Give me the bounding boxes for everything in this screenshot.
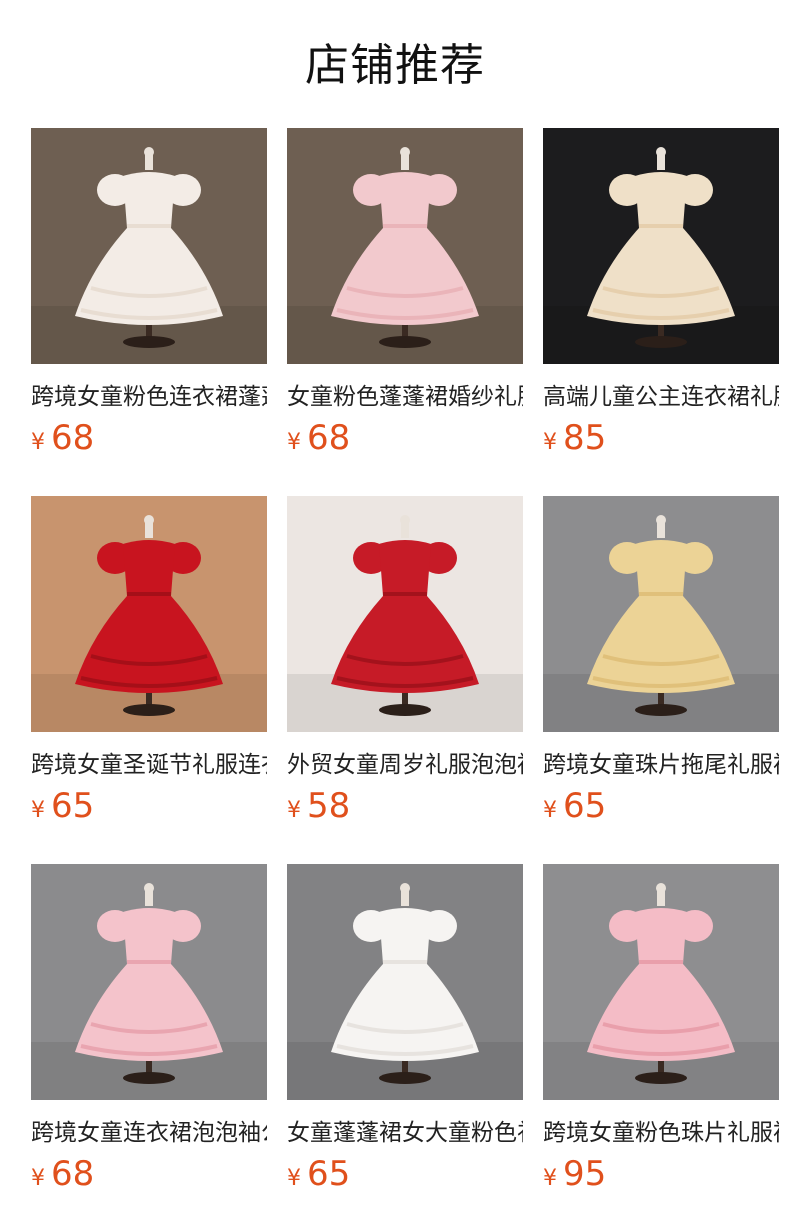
product-image[interactable] [287, 128, 523, 364]
price-amount: 68 [51, 418, 95, 458]
product-price: ¥68 [31, 420, 94, 456]
product-price: ¥95 [543, 1156, 606, 1192]
currency-symbol: ¥ [31, 1166, 45, 1191]
product-price: ¥68 [287, 420, 350, 456]
red-christmas-dress-icon [31, 496, 267, 732]
product-name[interactable]: 跨境女童圣诞节礼服连衣裙 [31, 750, 267, 780]
product-price: ¥68 [31, 1156, 94, 1192]
product-grid: 跨境女童粉色连衣裙蓬蓬裙 ¥68 女童粉色蓬蓬裙婚纱礼服 ¥68 高端儿童公主连… [31, 128, 779, 1192]
product-image[interactable] [31, 864, 267, 1100]
page-title: 店铺推荐 [305, 40, 485, 91]
product-image[interactable] [287, 496, 523, 732]
product-price: ¥85 [543, 420, 606, 456]
champagne-dress-icon [543, 128, 779, 364]
product-image[interactable] [31, 496, 267, 732]
price-amount: 58 [307, 786, 351, 826]
product-card[interactable]: 跨境女童粉色珠片礼服裙 ¥95 [543, 864, 779, 1192]
product-card[interactable]: 跨境女童圣诞节礼服连衣裙 ¥65 [31, 496, 267, 824]
product-card[interactable]: 跨境女童粉色连衣裙蓬蓬裙 ¥68 [31, 128, 267, 456]
price-amount: 65 [563, 786, 607, 826]
currency-symbol: ¥ [287, 798, 301, 823]
pink-ruffle-gown-icon [31, 864, 267, 1100]
white-tulle-dress-icon [287, 864, 523, 1100]
gold-tail-dress-icon [543, 496, 779, 732]
product-image[interactable] [543, 128, 779, 364]
price-amount: 85 [563, 418, 607, 458]
currency-symbol: ¥ [287, 1166, 301, 1191]
currency-symbol: ¥ [543, 1166, 557, 1191]
product-card[interactable]: 女童粉色蓬蓬裙婚纱礼服 ¥68 [287, 128, 523, 456]
product-price: ¥58 [287, 788, 350, 824]
price-amount: 68 [51, 1154, 95, 1194]
product-name[interactable]: 跨境女童连衣裙泡泡袖公主裙 [31, 1118, 267, 1148]
product-name[interactable]: 外贸女童周岁礼服泡泡袖 [287, 750, 523, 780]
currency-symbol: ¥ [31, 430, 45, 455]
price-amount: 65 [307, 1154, 351, 1194]
price-amount: 95 [563, 1154, 607, 1194]
product-card[interactable]: 女童蓬蓬裙女大童粉色礼服 ¥65 [287, 864, 523, 1192]
product-price: ¥65 [31, 788, 94, 824]
product-image[interactable] [287, 864, 523, 1100]
currency-symbol: ¥ [287, 430, 301, 455]
product-image[interactable] [31, 128, 267, 364]
currency-symbol: ¥ [543, 798, 557, 823]
product-name[interactable]: 跨境女童粉色连衣裙蓬蓬裙 [31, 382, 267, 412]
price-amount: 65 [51, 786, 95, 826]
currency-symbol: ¥ [543, 430, 557, 455]
pink-bow-dress-icon [543, 864, 779, 1100]
white-sequin-dress-icon [31, 128, 267, 364]
product-card[interactable]: 外贸女童周岁礼服泡泡袖 ¥58 [287, 496, 523, 824]
product-name[interactable]: 高端儿童公主连衣裙礼服 [543, 382, 779, 412]
product-name[interactable]: 跨境女童珠片拖尾礼服裙 [543, 750, 779, 780]
product-name[interactable]: 跨境女童粉色珠片礼服裙 [543, 1118, 779, 1148]
product-name[interactable]: 女童粉色蓬蓬裙婚纱礼服 [287, 382, 523, 412]
pink-sequin-dress-icon [287, 128, 523, 364]
product-card[interactable]: 跨境女童珠片拖尾礼服裙 ¥65 [543, 496, 779, 824]
product-card[interactable]: 高端儿童公主连衣裙礼服 ¥85 [543, 128, 779, 456]
price-amount: 68 [307, 418, 351, 458]
product-image[interactable] [543, 864, 779, 1100]
product-price: ¥65 [287, 1156, 350, 1192]
product-card[interactable]: 跨境女童连衣裙泡泡袖公主裙 ¥68 [31, 864, 267, 1192]
product-name[interactable]: 女童蓬蓬裙女大童粉色礼服 [287, 1118, 523, 1148]
currency-symbol: ¥ [31, 798, 45, 823]
product-price: ¥65 [543, 788, 606, 824]
product-image[interactable] [543, 496, 779, 732]
red-satin-dress-icon [287, 496, 523, 732]
